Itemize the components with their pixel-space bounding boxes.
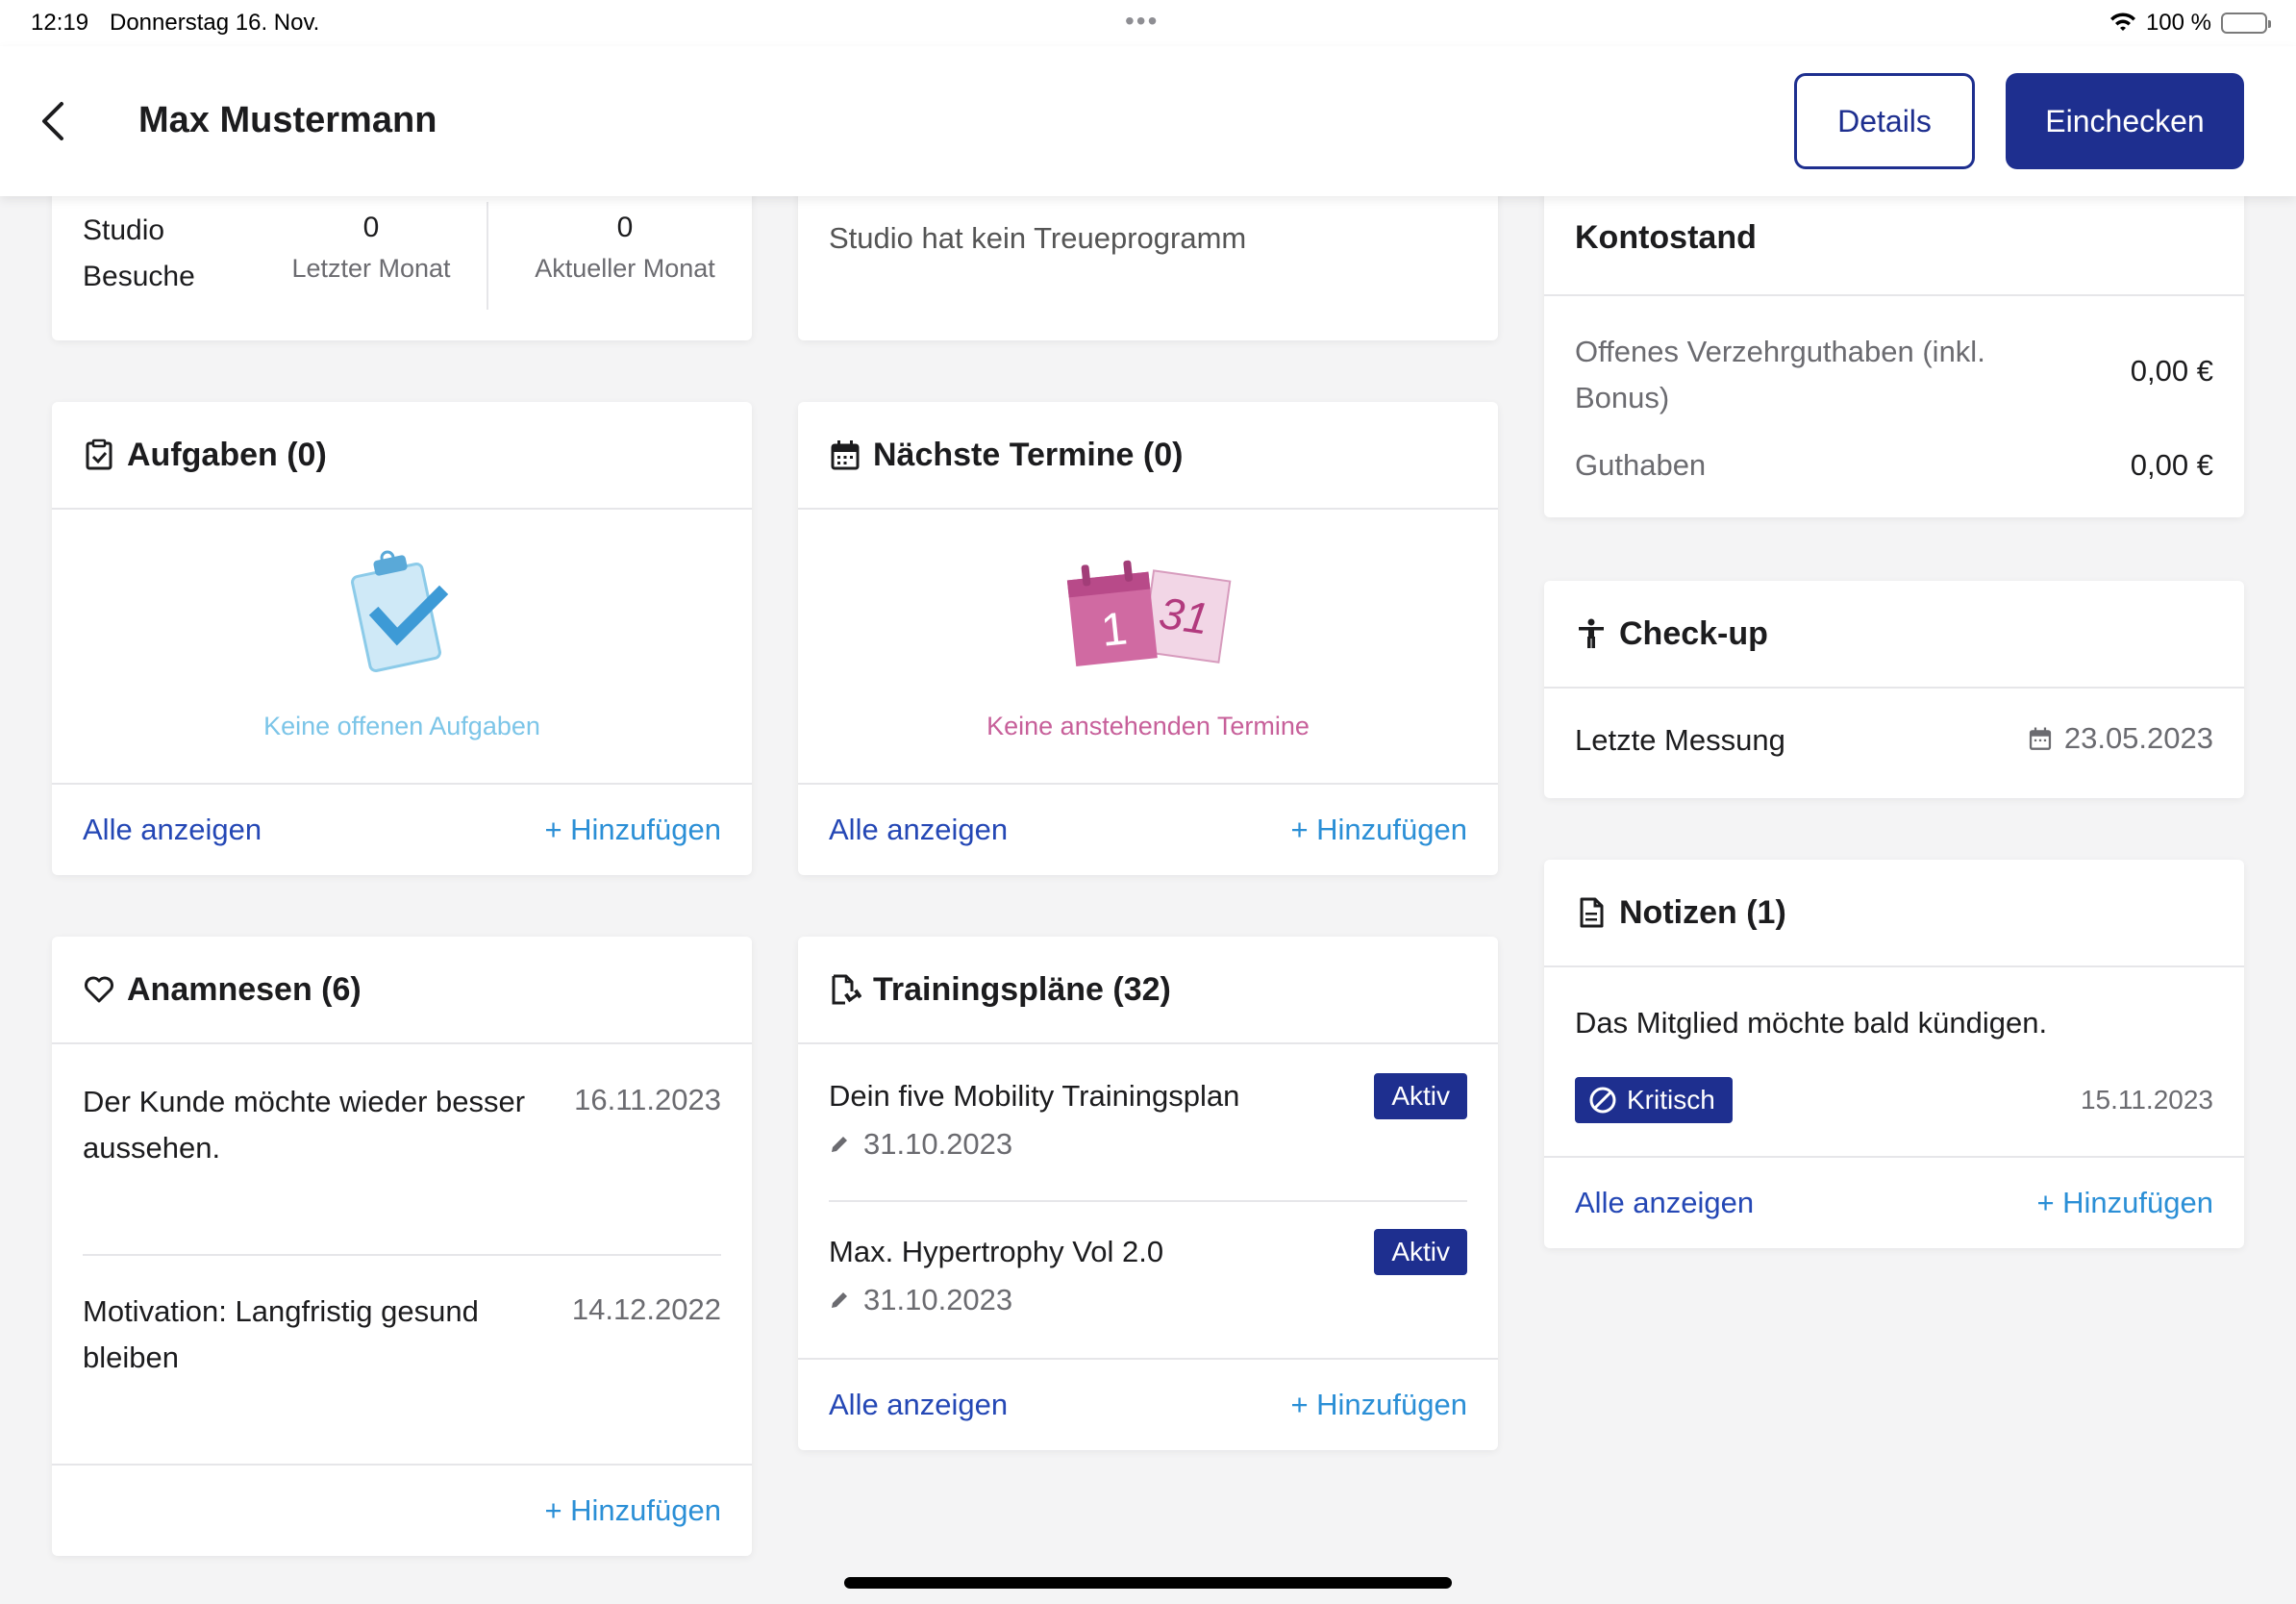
calendar-illustration-icon: 31 1 (1066, 560, 1232, 666)
pencil-icon (832, 1292, 847, 1308)
battery-percent: 100 % (2145, 10, 2211, 36)
appointments-title: Nächste Termine (0) (873, 436, 1184, 473)
person-accessibility-icon (1579, 618, 1604, 648)
home-indicator[interactable] (844, 1577, 1452, 1589)
notes-card: Notizen (1) Das Mitglied möchte bald kün… (1544, 860, 2244, 1248)
document-dumbbell-icon (832, 974, 861, 1005)
checkup-card: Check-up Letzte Messung 23.05.2023 (1544, 581, 2244, 798)
appointments-show-all-link[interactable]: Alle anzeigen (829, 813, 1008, 847)
critical-badge: Kritisch (1575, 1077, 1733, 1123)
status-time: 12:19 (31, 10, 89, 36)
tasks-show-all-link[interactable]: Alle anzeigen (83, 813, 262, 847)
checkup-header: Check-up (1544, 581, 2244, 689)
checkup-title: Check-up (1619, 614, 1768, 652)
appointments-add-link[interactable]: + Hinzufügen (1290, 813, 1467, 847)
training-plans-title: Trainingspläne (32) (873, 970, 1171, 1008)
divider (487, 202, 488, 310)
visits-label: Studio Besuche (83, 214, 195, 292)
tasks-empty-text: Keine offenen Aufgaben (263, 712, 540, 740)
plan-date: 31.10.2023 (863, 1283, 1013, 1316)
plan-name: Dein five Mobility Trainingsplan (829, 1079, 1240, 1113)
note-text: Das Mitglied möchte bald kündigen. (1575, 1006, 2048, 1040)
loyalty-text: Studio hat kein Treueprogramm (829, 221, 1247, 255)
appointments-footer: Alle anzeigen + Hinzufügen (798, 783, 1498, 875)
anamnesis-date: 16.11.2023 (574, 1083, 721, 1116)
tasks-title: Aufgaben (0) (127, 436, 327, 473)
svg-text:1: 1 (1099, 603, 1130, 657)
appointments-card: Nächste Termine (0) 31 1 Keine anstehend… (798, 402, 1498, 875)
heart-icon (85, 976, 113, 1003)
notes-show-all-link[interactable]: Alle anzeigen (1575, 1186, 1754, 1220)
anamneses-title: Anamnesen (6) (127, 970, 362, 1008)
tasks-footer: Alle anzeigen + Hinzufügen (52, 783, 752, 875)
balance-card: Kontostand Offenes Verzehrguthaben (inkl… (1544, 183, 2244, 517)
plan-name: Max. Hypertrophy Vol 2.0 (829, 1235, 1164, 1268)
status-badge: Aktiv (1374, 1073, 1467, 1119)
anamneses-header: Anamnesen (6) (52, 937, 752, 1044)
list-item[interactable]: Max. Hypertrophy Vol 2.0 31.10.2023 Akti… (829, 1229, 1467, 1317)
clipboard-illustration-icon (351, 550, 449, 672)
tasks-card: Aufgaben (0) Keine offenen Aufgaben Alle… (52, 402, 752, 875)
credit-value: 0,00 € (2130, 448, 2213, 482)
last-measurement-label: Letzte Messung (1575, 723, 1785, 757)
checkin-button[interactable]: Einchecken (2006, 73, 2244, 169)
notes-add-link[interactable]: + Hinzufügen (2036, 1186, 2213, 1220)
training-plans-show-all-link[interactable]: Alle anzeigen (829, 1388, 1008, 1422)
anamneses-add-link[interactable]: + Hinzufügen (544, 1493, 721, 1528)
visits-card: Studio Besuche 0 Letzter Monat 0 Aktuell… (52, 183, 752, 340)
balance-title: Kontostand (1575, 219, 1757, 256)
pencil-icon (832, 1137, 847, 1152)
credit-label: Guthaben (1575, 448, 1707, 482)
visits-last-month: 0 Letzter Monat (291, 212, 451, 283)
notes-title: Notizen (1) (1619, 893, 1786, 931)
anamneses-footer: + Hinzufügen (52, 1464, 752, 1556)
appointments-empty-text: Keine anstehenden Termine (986, 712, 1310, 740)
appointments-empty-state: 31 1 Keine anstehenden Termine (798, 510, 1498, 779)
divider (1544, 294, 2244, 296)
appointments-header: Nächste Termine (0) (798, 402, 1498, 510)
calendar-icon (2029, 727, 2051, 750)
anamnesis-date: 14.12.2022 (571, 1292, 721, 1326)
details-button[interactable]: Details (1794, 73, 1975, 169)
status-badge: Aktiv (1374, 1229, 1467, 1275)
chevron-left-icon[interactable] (37, 100, 71, 142)
svg-text:31: 31 (1156, 588, 1211, 644)
tasks-empty-state: Keine offenen Aufgaben (52, 510, 752, 779)
training-plans-footer: Alle anzeigen + Hinzufügen (798, 1358, 1498, 1450)
loyalty-card: Studio hat kein Treueprogramm (798, 183, 1498, 340)
list-item[interactable]: Motivation: Langfristig gesund bleiben 1… (83, 1289, 721, 1381)
training-plans-add-link[interactable]: + Hinzufügen (1290, 1388, 1467, 1422)
multitasking-dots-icon[interactable]: ••• (1125, 6, 1159, 37)
tasks-header: Aufgaben (0) (52, 402, 752, 510)
calendar-icon (831, 440, 860, 470)
divider (829, 1200, 1467, 1202)
wifi-icon (2109, 13, 2135, 31)
list-item[interactable]: Dein five Mobility Trainingsplan 31.10.2… (829, 1073, 1467, 1162)
open-credit-value: 0,00 € (2130, 354, 2213, 388)
page-title: Max Mustermann (138, 100, 437, 140)
last-measurement-date: 23.05.2023 (2063, 721, 2213, 755)
note-date: 15.11.2023 (2080, 1085, 2213, 1115)
visits-current-month: 0 Aktueller Monat (535, 212, 715, 283)
divider (83, 1254, 721, 1256)
status-right: 100 % (2109, 10, 2271, 37)
status-date: Donnerstag 16. Nov. (110, 10, 320, 36)
tasks-add-link[interactable]: + Hinzufügen (544, 813, 721, 847)
page-header: Max Mustermann Details Einchecken (0, 46, 2296, 196)
status-bar: 12:19 Donnerstag 16. Nov. ••• 100 % (0, 0, 2296, 46)
training-plans-header: Trainingspläne (32) (798, 937, 1498, 1044)
anamneses-card: Anamnesen (6) Der Kunde möchte wieder be… (52, 937, 752, 1556)
document-icon (1580, 897, 1604, 928)
training-plans-card: Trainingspläne (32) Dein five Mobility T… (798, 937, 1498, 1450)
notes-footer: Alle anzeigen + Hinzufügen (1544, 1156, 2244, 1248)
clipboard-check-icon (86, 439, 112, 470)
prohibited-icon (1589, 1087, 1616, 1114)
list-item[interactable]: Der Kunde möchte wieder besser aussehen.… (83, 1079, 721, 1171)
last-measurement[interactable]: 23.05.2023 (2028, 721, 2213, 756)
plan-date: 31.10.2023 (863, 1127, 1013, 1161)
notes-header: Notizen (1) (1544, 860, 2244, 967)
battery-icon (2221, 13, 2271, 34)
open-credit-label: Offenes Verzehrguthaben (inkl. Bonus) (1575, 335, 1985, 414)
